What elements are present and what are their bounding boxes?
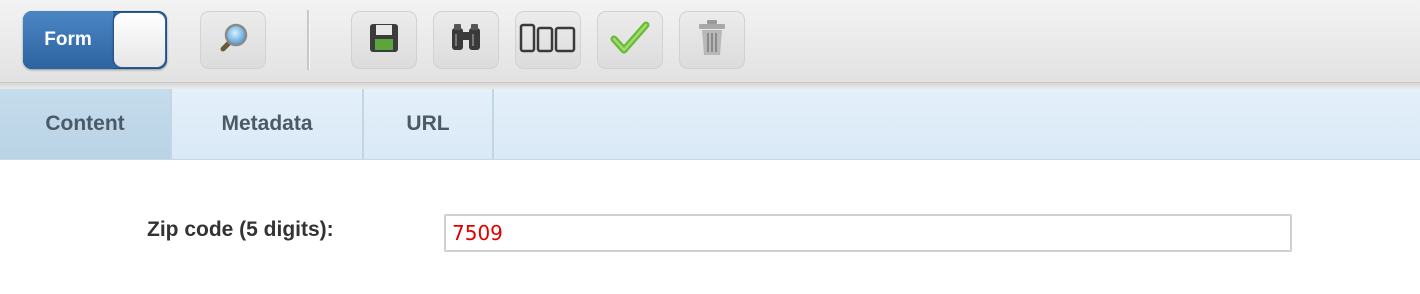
preview-button[interactable] bbox=[200, 11, 266, 69]
save-button[interactable] bbox=[351, 11, 417, 69]
devices-button[interactable] bbox=[515, 11, 581, 69]
form-mode-toggle[interactable]: Form bbox=[23, 11, 167, 69]
form-toggle-label: Form bbox=[23, 11, 113, 69]
toolbar-divider bbox=[307, 10, 310, 70]
tab-bar: Content Metadata URL bbox=[0, 89, 1420, 160]
magnifier-icon bbox=[215, 20, 251, 61]
floppy-disk-icon bbox=[366, 20, 402, 61]
tab-content[interactable]: Content bbox=[0, 89, 172, 159]
zip-code-label: Zip code (5 digits): bbox=[147, 218, 334, 241]
checkmark-icon bbox=[610, 20, 650, 61]
tab-metadata[interactable]: Metadata bbox=[172, 89, 364, 159]
toggle-knob[interactable] bbox=[114, 13, 165, 67]
trash-icon bbox=[695, 18, 729, 63]
delete-button[interactable] bbox=[679, 11, 745, 69]
zip-code-input[interactable] bbox=[444, 214, 1292, 252]
find-button[interactable] bbox=[433, 11, 499, 69]
tab-url[interactable]: URL bbox=[364, 89, 494, 159]
validate-button[interactable] bbox=[597, 11, 663, 69]
devices-icon bbox=[519, 20, 577, 61]
binoculars-icon bbox=[447, 20, 485, 61]
toolbar: Form bbox=[0, 0, 1420, 83]
